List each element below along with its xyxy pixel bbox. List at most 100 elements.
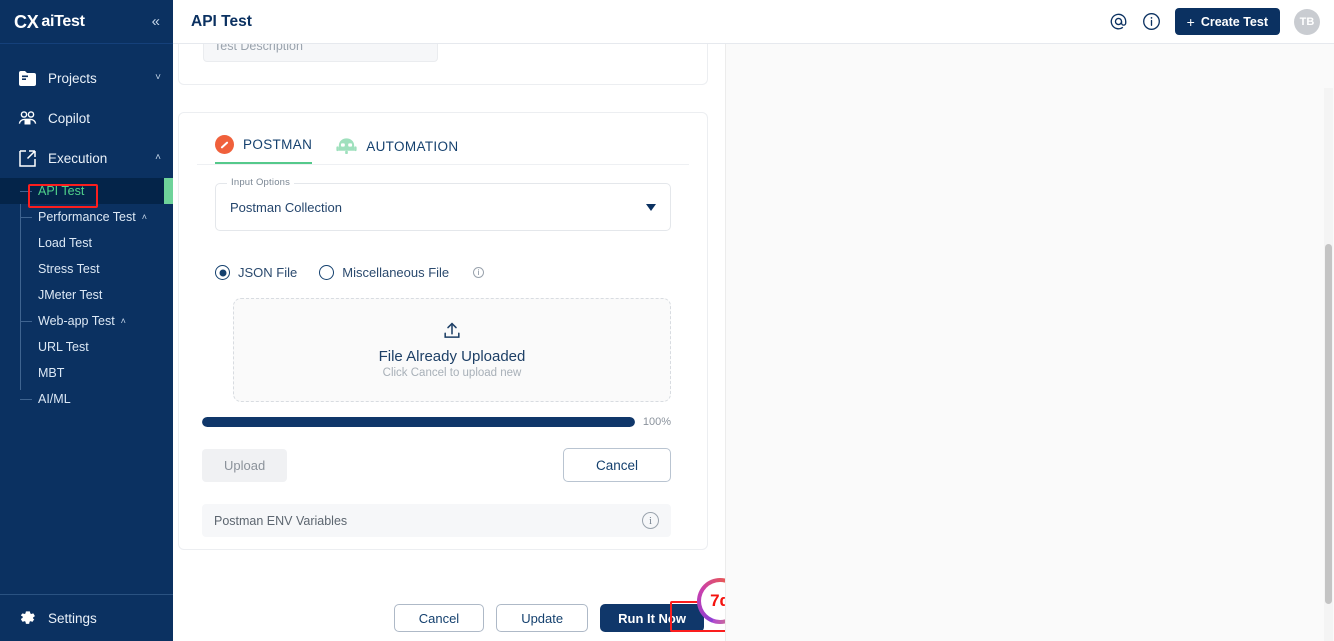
progress-fill <box>202 417 635 427</box>
sidebar-item-mbt[interactable]: MBT <box>0 360 173 386</box>
page-title: API Test <box>191 12 252 30</box>
cancel-upload-button[interactable]: Cancel <box>562 448 671 482</box>
upload-button[interactable]: Upload <box>202 448 288 482</box>
upload-progress: 100% <box>202 416 671 428</box>
sidebar-subitem-label: AI/ML <box>38 392 71 406</box>
avatar[interactable]: TB <box>1294 8 1320 35</box>
chevron-down-icon <box>646 203 656 211</box>
postman-icon <box>215 135 234 154</box>
sidebar-footer: Settings <box>0 594 173 641</box>
run-it-now-button[interactable]: Run It Now <box>600 604 704 632</box>
topbar: API Test + Create Test TB <box>173 0 1334 44</box>
sidebar-item-projects[interactable]: Projects ˅ <box>0 58 173 98</box>
sidebar-subitem-label: Stress Test <box>38 262 100 276</box>
at-icon[interactable] <box>1109 12 1128 31</box>
chevron-up-icon: ˄ <box>155 152 161 163</box>
sidebar-item-label: Settings <box>48 610 97 626</box>
sidebar-item-load-test[interactable]: Load Test <box>0 230 173 256</box>
info-icon[interactable]: i <box>473 267 485 278</box>
input-options-value: Postman Collection <box>230 199 342 215</box>
step-badge-label: 7d <box>701 582 725 620</box>
robot-icon <box>336 137 357 156</box>
bottom-action-bar: Cancel Update Run It Now <box>173 595 725 641</box>
progress-label: 100% <box>642 416 671 428</box>
chevron-up-icon: ˄ <box>141 212 147 222</box>
create-test-label: Create Test <box>1200 14 1268 29</box>
body-area: Test Description POSTMAN AUTOMATION Inpu… <box>173 44 1334 641</box>
sidebar-subitem-label: API Test <box>38 184 85 198</box>
upload-actions: Upload Cancel <box>202 448 671 482</box>
sidebar-subitem-label: Web-app Test <box>38 314 115 328</box>
info-icon[interactable] <box>1142 12 1161 31</box>
page-scrollbar[interactable] <box>1324 88 1333 641</box>
file-dropzone[interactable]: File Already Uploaded Click Cancel to up… <box>233 298 671 402</box>
sidebar-item-settings[interactable]: Settings <box>0 595 173 641</box>
sidebar-subitem-label: Performance Test <box>38 210 136 224</box>
dropzone-subtitle: Click Cancel to upload new <box>382 367 522 379</box>
cancel-button[interactable]: Cancel <box>393 604 485 632</box>
upload-icon <box>442 321 462 346</box>
progress-track <box>202 417 635 427</box>
brand-name: aiTest <box>41 12 85 30</box>
sidebar-subitem-label: MBT <box>38 366 65 380</box>
sidebar-item-performance-test[interactable]: Performance Test ˄ <box>0 204 173 230</box>
sidebar-nav: Projects ˅ Copilot Execution ˄ API Test … <box>0 44 173 594</box>
brand-logo[interactable]: CX aiTest <box>14 13 85 31</box>
tab-label: POSTMAN <box>243 137 313 152</box>
sidebar-brand: CX aiTest « <box>0 0 173 44</box>
postman-env-variables-label: Postman ENV Variables <box>214 513 348 528</box>
external-link-icon <box>17 148 37 168</box>
update-button[interactable]: Update <box>496 604 589 632</box>
create-test-button[interactable]: + Create Test <box>1174 8 1280 35</box>
radio-miscellaneous-file[interactable] <box>319 265 335 280</box>
scrollbar-thumb[interactable] <box>1325 244 1332 604</box>
sidebar-item-label: Execution <box>48 150 108 166</box>
radio-json-file[interactable] <box>215 265 230 280</box>
test-description-input[interactable]: Test Description <box>203 44 438 62</box>
sidebar-item-ai-ml[interactable]: AI/ML <box>0 386 173 412</box>
people-icon <box>17 108 37 128</box>
sidebar-item-url-test[interactable]: URL Test <box>0 334 173 360</box>
tab-divider <box>197 164 689 165</box>
sidebar-item-api-test[interactable]: API Test <box>0 178 173 204</box>
tab-label: AUTOMATION <box>366 139 459 154</box>
sidebar-collapse-icon[interactable]: « <box>149 12 163 31</box>
brand-mark-text: CX <box>14 11 39 32</box>
file-type-radio-group: JSON File Miscellaneous File i <box>215 265 689 280</box>
sidebar-item-label: Projects <box>48 70 97 86</box>
sidebar-subitem-label: JMeter Test <box>38 288 103 302</box>
sidebar-subitem-label: URL Test <box>38 340 89 354</box>
folder-icon <box>17 68 37 88</box>
test-form-column: Test Description POSTMAN AUTOMATION Inpu… <box>173 44 725 641</box>
chevron-down-icon: ˅ <box>155 72 161 83</box>
sidebar-subitem-label: Load Test <box>38 236 92 250</box>
sidebar-item-copilot[interactable]: Copilot <box>0 98 173 138</box>
radio-json-file-label[interactable]: JSON File <box>238 265 297 280</box>
postman-env-variables-row[interactable]: Postman ENV Variables i <box>202 504 671 537</box>
execution-subtree: API Test Performance Test ˄ Load Test St… <box>0 178 173 412</box>
sidebar-item-execution[interactable]: Execution ˄ <box>0 138 173 178</box>
chevron-up-icon: ˄ <box>120 316 126 326</box>
input-options-legend: Input Options <box>227 177 295 188</box>
sidebar: CX aiTest « Projects ˅ Copilot Execution… <box>0 0 173 641</box>
description-card: Test Description <box>178 44 708 85</box>
right-preview-pane <box>725 44 1334 641</box>
tab-automation[interactable]: AUTOMATION <box>336 137 458 164</box>
gear-icon <box>17 608 37 628</box>
sidebar-item-stress-test[interactable]: Stress Test <box>0 256 173 282</box>
info-icon[interactable]: i <box>642 512 659 529</box>
main-area: API Test + Create Test TB Test Descripti… <box>173 0 1334 641</box>
input-options-select[interactable]: Input Options Postman Collection <box>215 177 671 231</box>
radio-miscellaneous-file-label[interactable]: Miscellaneous File <box>342 265 449 280</box>
sidebar-item-jmeter-test[interactable]: JMeter Test <box>0 282 173 308</box>
topbar-actions: + Create Test TB <box>1109 8 1320 35</box>
dropzone-title: File Already Uploaded <box>378 348 526 365</box>
app-root: CX aiTest « Projects ˅ Copilot Execution… <box>0 0 1334 641</box>
sidebar-item-webapp-test[interactable]: Web-app Test ˄ <box>0 308 173 334</box>
api-test-config-card: POSTMAN AUTOMATION Input Options Postman… <box>178 112 708 550</box>
plus-icon: + <box>1186 13 1195 30</box>
active-indicator <box>164 178 173 204</box>
sidebar-item-label: Copilot <box>48 110 91 126</box>
tab-postman[interactable]: POSTMAN <box>215 135 313 164</box>
source-tabs: POSTMAN AUTOMATION <box>197 135 689 164</box>
